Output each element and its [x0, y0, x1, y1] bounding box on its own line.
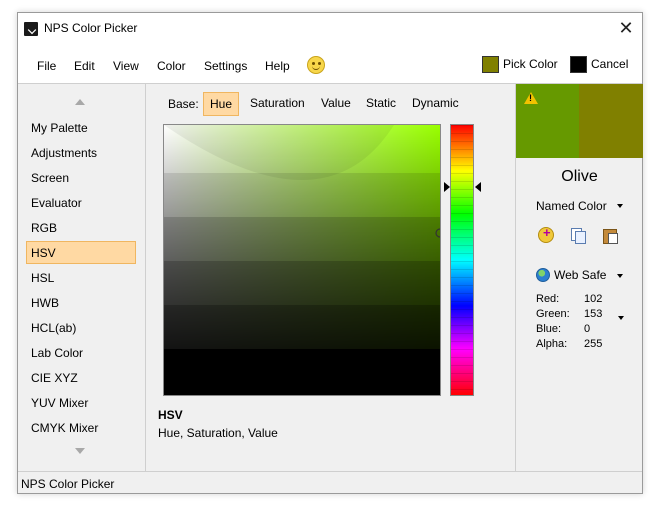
menu-bar: File Edit View Color Settings Help Pick … — [18, 45, 642, 83]
add-to-palette-icon[interactable] — [538, 225, 554, 243]
chevron-down-icon[interactable] — [618, 316, 624, 320]
sidebar-item-hcl[interactable]: HCL(ab) — [26, 317, 136, 340]
tab-dynamic[interactable]: Dynamic — [406, 92, 465, 116]
title-bar: NPS Color Picker ✕ — [18, 13, 642, 45]
paste-icon[interactable] — [602, 227, 618, 244]
status-bar: NPS Color Picker — [18, 471, 642, 493]
tab-value[interactable]: Value — [315, 92, 357, 116]
new-color-preview — [579, 84, 643, 158]
menu-help[interactable]: Help — [265, 59, 290, 73]
chevron-down-icon[interactable] — [617, 204, 623, 208]
named-color-label: Named Color — [536, 199, 607, 213]
cancel-swatch — [570, 55, 587, 73]
base-label: Base: — [168, 97, 199, 111]
window-title: NPS Color Picker — [44, 21, 138, 35]
sidebar-item-hsl[interactable]: HSL — [26, 267, 136, 290]
pick-color-button[interactable]: Pick Color — [482, 54, 558, 74]
blue-value: 0 — [584, 323, 591, 335]
copy-icon[interactable] — [570, 227, 586, 244]
saturation-value-field[interactable] — [163, 124, 441, 396]
sidebar: My Palette Adjustments Screen Evaluator … — [18, 84, 146, 471]
scroll-down-icon[interactable] — [75, 448, 85, 454]
menu-edit[interactable]: Edit — [74, 59, 95, 73]
sidebar-item-yuv-mixer[interactable]: YUV Mixer — [26, 392, 136, 415]
sidebar-item-hwb[interactable]: HWB — [26, 292, 136, 315]
hue-strip[interactable] — [450, 124, 474, 396]
color-name: Olive — [561, 168, 598, 185]
sidebar-item-rgb[interactable]: RGB — [26, 217, 136, 240]
chevron-down-icon[interactable] — [617, 274, 623, 278]
green-label: Green: — [536, 308, 570, 320]
green-value: 153 — [584, 308, 603, 320]
globe-icon — [536, 268, 550, 282]
menu-file[interactable]: File — [37, 59, 56, 73]
blue-label: Blue: — [536, 323, 562, 335]
cancel-button[interactable]: Cancel — [570, 54, 628, 74]
sidebar-item-cie-xyz[interactable]: CIE XYZ — [26, 367, 136, 390]
web-safe-dropdown[interactable]: Web Safe — [554, 268, 606, 282]
color-picker-window: NPS Color Picker ✕ File Edit View Color … — [17, 12, 643, 494]
sidebar-item-my-palette[interactable]: My Palette — [26, 117, 136, 140]
named-color-dropdown[interactable]: Named Color — [536, 199, 607, 213]
red-label: Red: — [536, 293, 560, 305]
sidebar-item-evaluator[interactable]: Evaluator — [26, 192, 136, 215]
sidebar-item-cmyk-mixer[interactable]: CMYK Mixer — [26, 417, 136, 440]
pick-color-swatch — [482, 55, 499, 73]
smiley-icon[interactable] — [307, 56, 325, 74]
hue-slider-right-icon[interactable] — [475, 182, 481, 192]
model-description: Hue, Saturation, Value — [158, 426, 278, 440]
tab-saturation[interactable]: Saturation — [244, 92, 311, 116]
red-value: 102 — [584, 293, 603, 305]
picker-area: Base: Hue Saturation Value Static Dynami… — [147, 84, 515, 471]
menu-settings[interactable]: Settings — [204, 59, 247, 73]
tab-hue[interactable]: Hue — [203, 92, 240, 116]
info-panel: ! Olive Named Color Web Safe Red: 102 Gr… — [515, 84, 643, 471]
cancel-label: Cancel — [591, 57, 629, 71]
alpha-value: 255 — [584, 338, 603, 350]
pick-color-label: Pick Color — [503, 57, 558, 71]
sidebar-item-adjustments[interactable]: Adjustments — [26, 142, 136, 165]
model-name: HSV — [158, 408, 183, 422]
menu-view[interactable]: View — [113, 59, 139, 73]
warning-mark: ! — [529, 93, 532, 103]
hue-slider-left-icon[interactable] — [444, 182, 450, 192]
alpha-label: Alpha: — [536, 338, 568, 350]
sidebar-item-lab-color[interactable]: Lab Color — [26, 342, 136, 365]
status-text: NPS Color Picker — [21, 477, 115, 491]
tab-static[interactable]: Static — [360, 92, 402, 116]
sidebar-item-hsv[interactable]: HSV — [26, 241, 136, 264]
scroll-up-icon[interactable] — [75, 99, 85, 105]
close-button[interactable]: ✕ — [610, 13, 642, 45]
app-icon — [24, 22, 38, 36]
sidebar-item-screen[interactable]: Screen — [26, 167, 136, 190]
current-color-preview: ! — [516, 84, 579, 158]
menu-color[interactable]: Color — [157, 59, 186, 73]
